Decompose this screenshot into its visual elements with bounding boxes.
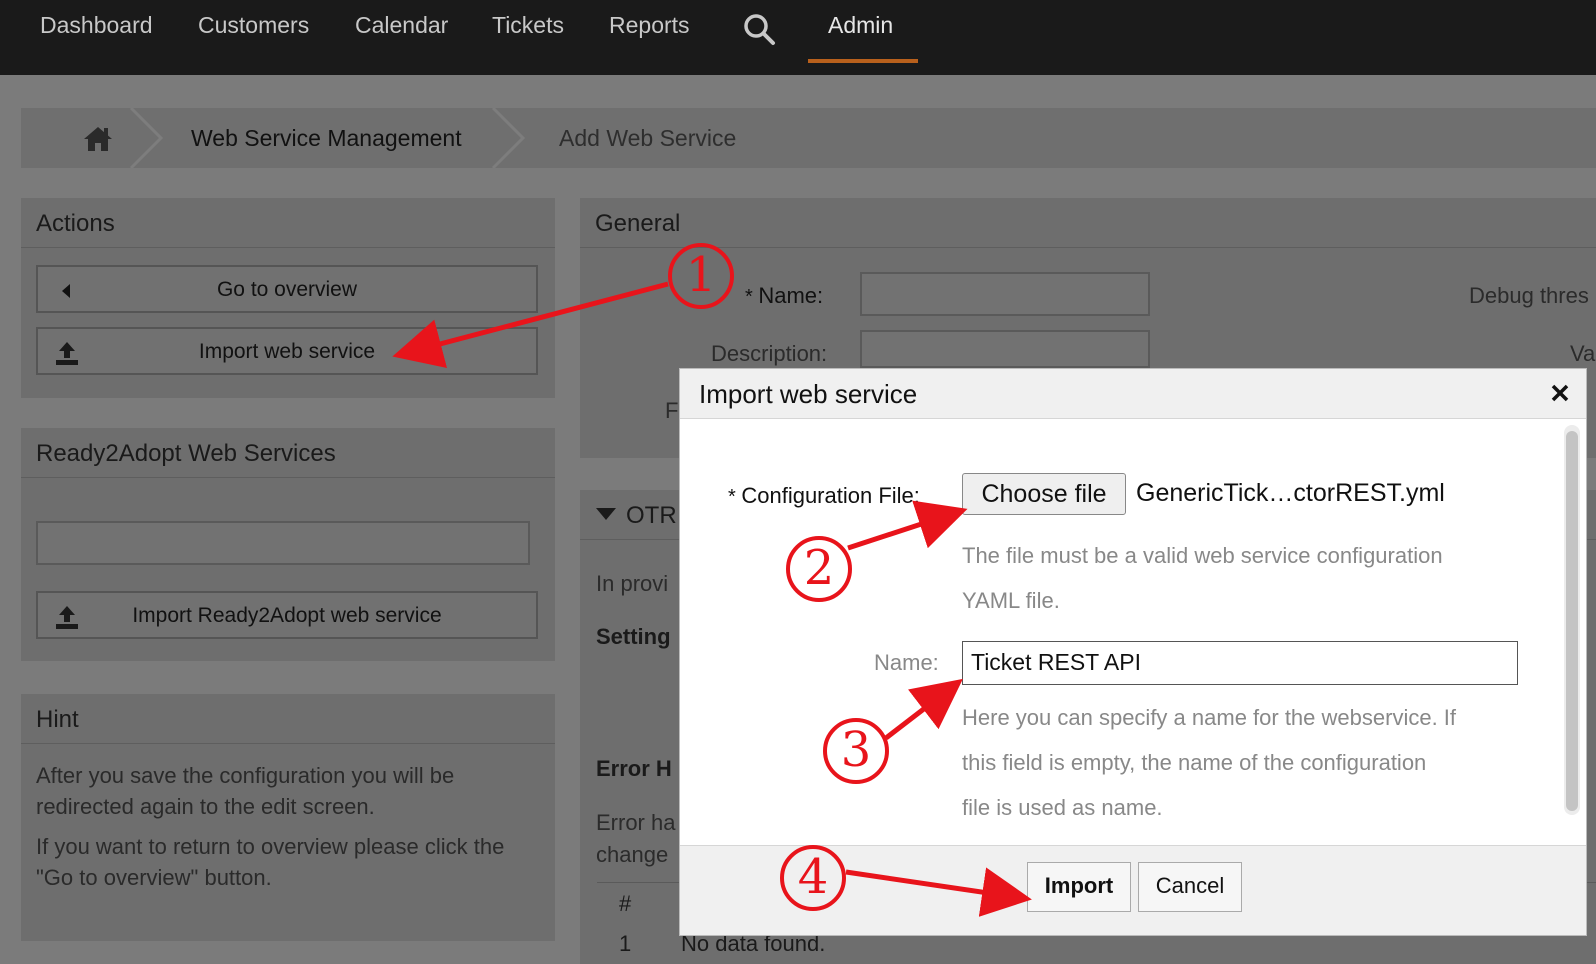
panel-header: General <box>580 198 1596 248</box>
nav-calendar[interactable]: Calendar <box>355 12 448 39</box>
callout-4: 4 <box>780 845 846 911</box>
name-field-label: Name: <box>874 650 939 675</box>
actions-panel: Actions Go to overview Import web servic… <box>21 198 555 398</box>
import-web-service-button[interactable]: Import web service <box>36 327 538 375</box>
valid-label: Va <box>1570 341 1596 366</box>
close-icon[interactable] <box>1548 381 1572 405</box>
search-icon[interactable] <box>742 12 776 46</box>
cut-label: F <box>665 398 679 423</box>
nav-customers[interactable]: Customers <box>198 12 309 39</box>
panel-title: Actions <box>36 210 115 237</box>
breadcrumb: Web Service Management Add Web Service <box>21 108 1596 168</box>
top-navigation: Dashboard Customers Calendar Tickets Rep… <box>0 0 1596 75</box>
caret-down-icon[interactable] <box>596 508 616 522</box>
table-header-number: # <box>619 891 632 916</box>
table-row-number: 1 <box>619 931 632 956</box>
breadcrumb-add-web-service: Add Web Service <box>559 125 737 151</box>
panel-header: Actions <box>21 198 555 248</box>
cancel-button[interactable]: Cancel <box>1138 862 1242 912</box>
panel-title: General <box>595 210 681 237</box>
home-icon[interactable] <box>81 124 115 154</box>
panel-header: Ready2Adopt Web Services <box>21 428 555 478</box>
hint-paragraph-1: After you save the configuration you wil… <box>36 763 455 819</box>
description-label: Description: <box>711 341 828 366</box>
breadcrumb-separator <box>491 108 525 168</box>
go-to-overview-button[interactable]: Go to overview <box>36 265 538 313</box>
name-field-help: Here you can specify a name for the webs… <box>962 705 1457 820</box>
settings-heading: Setting <box>596 624 671 649</box>
nav-tickets[interactable]: Tickets <box>492 12 564 39</box>
breadcrumb-web-service-management[interactable]: Web Service Management <box>191 125 462 152</box>
dialog-title: Import web service <box>699 379 918 409</box>
nav-admin[interactable]: Admin <box>828 12 893 39</box>
callout-3: 3 <box>823 718 889 784</box>
nav-reports[interactable]: Reports <box>609 12 690 39</box>
import-ready2adopt-button[interactable]: Import Ready2Adopt web service <box>36 591 538 639</box>
import-button[interactable]: Import <box>1027 862 1131 912</box>
dialog-scrollbar[interactable] <box>1564 425 1580 815</box>
ready2adopt-panel: Ready2Adopt Web Services Import Ready2Ad… <box>21 428 555 661</box>
panel-title: Hint <box>36 706 79 733</box>
hint-panel: Hint After you save the configuration yo… <box>21 694 555 941</box>
name-label: * Name: <box>745 283 824 308</box>
selected-file-name: GenericTick…ctorREST.yml <box>1136 479 1445 507</box>
ready2adopt-select[interactable] <box>36 521 530 565</box>
debug-threshold-label: Debug thres <box>1469 283 1589 308</box>
nav-dashboard[interactable]: Dashboard <box>40 12 153 39</box>
config-file-label: * Configuration File: <box>728 483 920 508</box>
name-field[interactable]: Ticket REST API <box>962 641 1518 685</box>
panel-header: Hint <box>21 694 555 744</box>
nav-active-indicator <box>808 59 918 63</box>
dialog-header: Import web service <box>680 369 1586 419</box>
panel-title: Ready2Adopt Web Services <box>36 440 336 467</box>
otrs-intro-text: In provi <box>596 571 669 596</box>
choose-file-button[interactable]: Choose file <box>962 473 1126 515</box>
callout-1: 1 <box>668 243 734 309</box>
panel-title: OTR <box>626 502 677 529</box>
hint-paragraph-2: If you want to return to overview please… <box>36 834 505 890</box>
error-handling-text-2: change <box>596 842 669 867</box>
scrollbar-thumb[interactable] <box>1566 431 1578 811</box>
breadcrumb-separator <box>129 108 163 168</box>
config-file-help: The file must be a valid web service con… <box>962 543 1443 613</box>
error-handling-text: Error ha <box>596 810 676 835</box>
general-description-input[interactable] <box>860 330 1150 368</box>
general-name-input[interactable] <box>860 272 1150 316</box>
callout-2: 2 <box>786 536 852 602</box>
error-handling-heading: Error H <box>596 756 672 781</box>
